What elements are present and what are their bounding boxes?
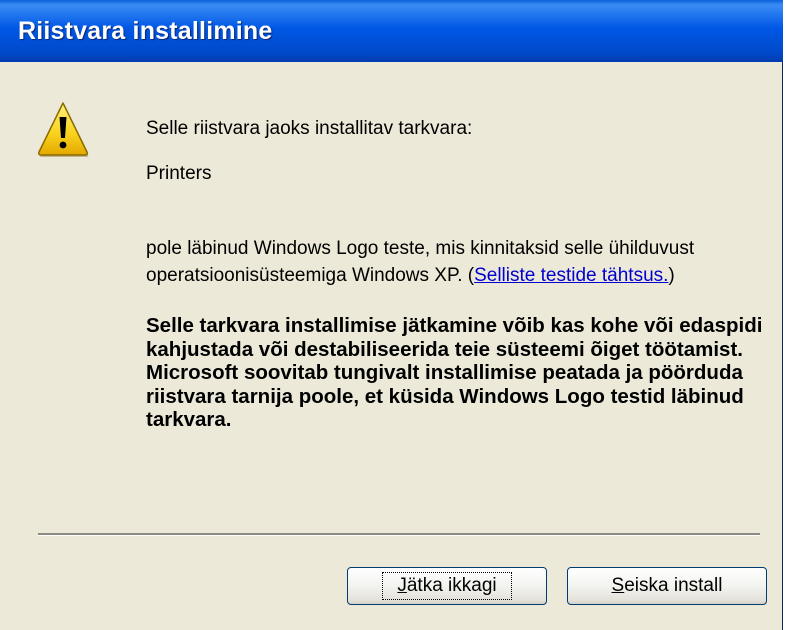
paragraph-line-2: operatsioonisüsteemiga Windows XP. (Sell… [146, 262, 694, 289]
warning-text: Selle tarkvara installimise jätkamine võ… [146, 314, 763, 431]
logo-test-paragraph: pole läbinud Windows Logo teste, mis kin… [146, 235, 694, 289]
warning-icon [38, 102, 89, 157]
device-name: Printers [146, 163, 212, 184]
separator-highlight [38, 535, 760, 536]
title-bar[interactable]: Riistvara installimine [0, 0, 783, 62]
continue-mnemonic: J [397, 575, 407, 596]
window-title: Riistvara installimine [18, 17, 273, 45]
stop-mnemonic: S [611, 575, 625, 596]
stop-button-label: Seiska install [612, 575, 723, 597]
stop-installation-button[interactable]: Seiska install [567, 567, 767, 605]
continue-button-label: Jätka ikkagi [382, 572, 512, 600]
continue-label-rest: ätka ikkagi [406, 575, 497, 596]
testing-importance-link[interactable]: Selliste testide tähtsus. [474, 265, 668, 286]
continue-anyway-button[interactable]: Jätka ikkagi [347, 567, 547, 605]
dialog-window: Riistvara installimine Selle riistvara j… [0, 0, 783, 630]
paragraph-line-2-start: operatsioonisüsteemiga Windows XP. ( [146, 265, 475, 286]
intro-text: Selle riistvara jaoks installitav tarkva… [146, 118, 473, 139]
paragraph-line-2-end: ) [668, 265, 675, 286]
stop-label-rest: eiska install [624, 575, 723, 596]
paragraph-line-1: pole läbinud Windows Logo teste, mis kin… [146, 238, 695, 259]
